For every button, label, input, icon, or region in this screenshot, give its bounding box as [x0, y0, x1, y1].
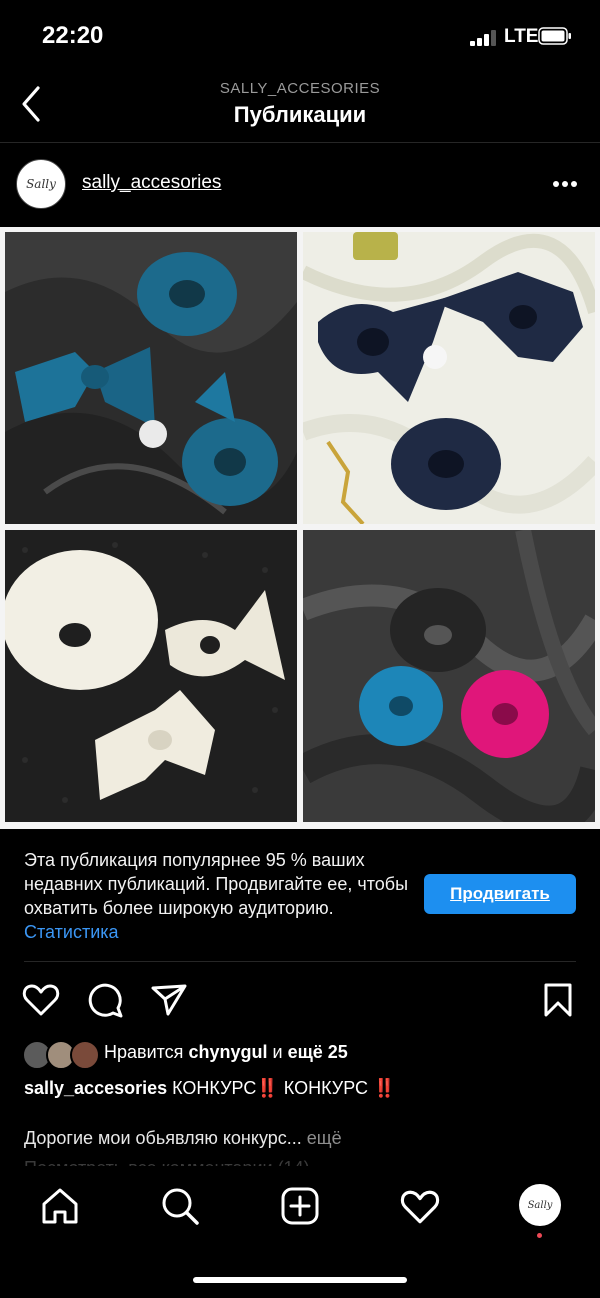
post-photo-2[interactable] — [303, 232, 595, 524]
account-name-header: SALLY_ACCESORIES — [219, 80, 381, 97]
post-username[interactable]: sally_accesories — [82, 172, 221, 194]
status-time: 22:20 — [42, 22, 104, 49]
promo-divider — [24, 961, 576, 962]
caption-text-1: КОНКУРС — [172, 1078, 257, 1098]
comment-icon[interactable] — [88, 982, 124, 1018]
battery-icon — [538, 27, 571, 45]
likes-prefix: Нравится — [104, 1042, 184, 1062]
promo-message: Эта публикация популярнее 95 % ваших нед… — [24, 848, 414, 944]
avatar-logo-text: Sally — [26, 177, 56, 191]
caption-line-2: Дорогие мои обьявляю конкурс... ещё — [24, 1128, 342, 1149]
heart-icon[interactable] — [22, 982, 60, 1018]
nav-avatar-logo-text: Sally — [527, 1199, 553, 1211]
caption-exclamation: ‼️ — [256, 1078, 279, 1098]
share-icon[interactable] — [150, 982, 188, 1018]
promote-button[interactable]: Продвигать — [424, 874, 576, 914]
caption-more-link[interactable]: ещё — [307, 1128, 342, 1148]
home-indicator[interactable] — [193, 1277, 407, 1283]
signal-icon — [470, 30, 496, 46]
caption-line-1: sally_accesories КОНКУРС‼️ КОНКУРС ‼️ — [24, 1076, 395, 1100]
more-icon[interactable] — [552, 180, 578, 188]
header-divider — [0, 142, 600, 143]
promo-text: Эта публикация популярнее 95 % ваших нед… — [24, 850, 409, 918]
likes-user[interactable]: chynygul — [188, 1042, 267, 1062]
liker-avatar[interactable] — [70, 1040, 100, 1070]
post-photo-1[interactable] — [5, 232, 297, 524]
caption-text-line-2: Дорогие мои обьявляю конкурс... — [24, 1128, 302, 1148]
network-label: LTE — [504, 26, 539, 47]
post-photo-3[interactable] — [5, 530, 297, 822]
post-photo-4[interactable] — [303, 530, 595, 822]
statistics-link[interactable]: Статистика — [24, 922, 119, 942]
notification-dot — [537, 1233, 542, 1238]
page-title: Публикации — [233, 102, 367, 127]
likes-summary[interactable]: Нравится chynygul и ещё 25 — [104, 1042, 348, 1063]
home-icon[interactable] — [40, 1186, 80, 1226]
profile-avatar[interactable]: Sally — [519, 1184, 561, 1226]
bookmark-icon[interactable] — [542, 982, 574, 1018]
search-icon[interactable] — [160, 1186, 200, 1226]
caption-text-2: КОНКУРС — [283, 1078, 369, 1098]
likes-others[interactable]: ещё 25 — [288, 1042, 348, 1062]
activity-icon[interactable] — [400, 1188, 440, 1226]
caption-username[interactable]: sally_accesories — [24, 1078, 167, 1098]
avatar[interactable]: Sally — [16, 159, 66, 209]
add-icon[interactable] — [280, 1186, 320, 1226]
caption-exclamation: ‼️ — [373, 1078, 396, 1098]
likes-joiner: и — [272, 1042, 283, 1062]
